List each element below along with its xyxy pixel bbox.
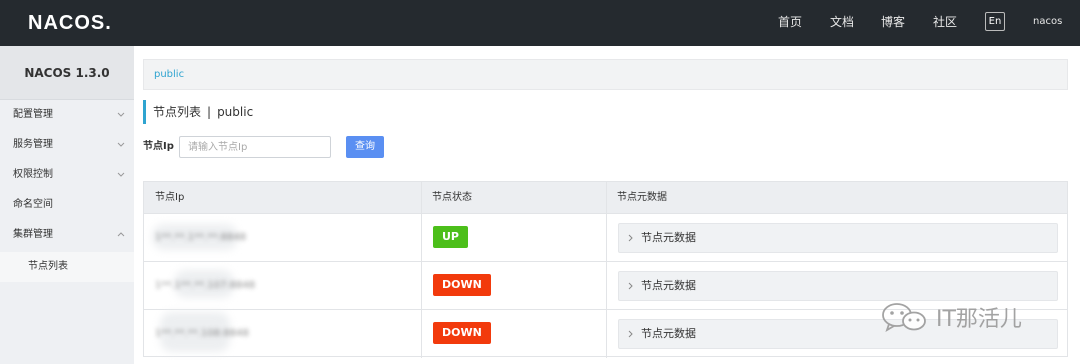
column-divider bbox=[421, 182, 422, 358]
page-title-text: 节点列表 bbox=[153, 105, 202, 119]
node-ip-label: 节点Ip bbox=[143, 141, 174, 152]
node-ip-search-input[interactable] bbox=[179, 136, 331, 158]
node-metadata-expander[interactable]: 节点元数据 bbox=[618, 271, 1058, 301]
sidebar-item-label: 权限控制 bbox=[13, 169, 53, 180]
sidebar-item-label: 集群管理 bbox=[13, 229, 53, 240]
chevron-right-icon bbox=[628, 320, 634, 360]
column-header-node-ip: 节点Ip bbox=[144, 182, 421, 214]
node-ip-value: 1**.1**.**.107:8848 bbox=[155, 280, 256, 291]
node-ip-value: 1**.**.**.108:8848 bbox=[155, 328, 249, 339]
status-badge: UP bbox=[433, 226, 468, 248]
wechat-icon bbox=[882, 303, 926, 332]
chevron-right-icon bbox=[628, 224, 634, 264]
nav-community[interactable]: 社区 bbox=[933, 13, 957, 31]
node-metadata-label: 节点元数据 bbox=[641, 279, 696, 292]
node-ip-value: 1**.**.1**.**:8848 bbox=[155, 232, 247, 243]
sidebar-item-cluster-management[interactable]: 集群管理 bbox=[0, 220, 134, 250]
language-toggle-button[interactable]: En bbox=[985, 12, 1005, 31]
top-navbar: NACOS. 首页 文档 博客 社区 En nacos bbox=[0, 0, 1080, 46]
status-badge: DOWN bbox=[433, 274, 491, 296]
sidebar-item-label: 配置管理 bbox=[13, 109, 53, 120]
namespace-bar: public bbox=[143, 59, 1068, 90]
node-metadata-label: 节点元数据 bbox=[641, 231, 696, 244]
sidebar-item-permission-control[interactable]: 权限控制 bbox=[0, 160, 134, 190]
sidebar-item-label: 服务管理 bbox=[13, 139, 53, 150]
logo-dot: . bbox=[105, 11, 112, 34]
column-header-node-status: 节点状态 bbox=[421, 182, 606, 214]
sidebar-empty-area bbox=[0, 282, 134, 364]
sidebar-item-namespace[interactable]: 命名空间 bbox=[0, 190, 134, 220]
sidebar-item-config-management[interactable]: 配置管理 bbox=[0, 100, 134, 130]
status-badge: DOWN bbox=[433, 322, 491, 344]
node-metadata-label: 节点元数据 bbox=[641, 327, 696, 340]
chevron-right-icon bbox=[628, 272, 634, 312]
sidebar-item-label: 命名空间 bbox=[13, 199, 53, 210]
nav-docs[interactable]: 文档 bbox=[830, 13, 854, 31]
column-divider bbox=[606, 182, 607, 358]
sidebar: NACOS 1.3.0 配置管理 服务管理 权限控制 命名空间 集群管理 节点列… bbox=[0, 46, 134, 364]
nav-home[interactable]: 首页 bbox=[778, 13, 802, 31]
watermark: IT那活儿 bbox=[880, 300, 1022, 334]
nacos-logo[interactable]: NACOS. bbox=[28, 10, 112, 36]
logo-text: NACOS bbox=[28, 11, 106, 34]
namespace-link-public[interactable]: public bbox=[154, 68, 184, 82]
node-metadata-expander[interactable]: 节点元数据 bbox=[618, 223, 1058, 253]
page-title-separator: | bbox=[207, 105, 212, 119]
query-button[interactable]: 查询 bbox=[346, 136, 384, 158]
column-header-node-metadata: 节点元数据 bbox=[606, 182, 1067, 214]
page-title-namespace: public bbox=[217, 105, 254, 119]
nav-blog[interactable]: 博客 bbox=[881, 13, 905, 31]
watermark-text: IT那活儿 bbox=[936, 307, 1022, 332]
user-name[interactable]: nacos bbox=[1033, 14, 1062, 30]
sidebar-subitem-node-list[interactable]: 节点列表 bbox=[0, 252, 134, 282]
sidebar-version-title: NACOS 1.3.0 bbox=[0, 46, 134, 100]
sidebar-item-service-management[interactable]: 服务管理 bbox=[0, 130, 134, 160]
page-title: 节点列表 | public bbox=[143, 100, 253, 124]
